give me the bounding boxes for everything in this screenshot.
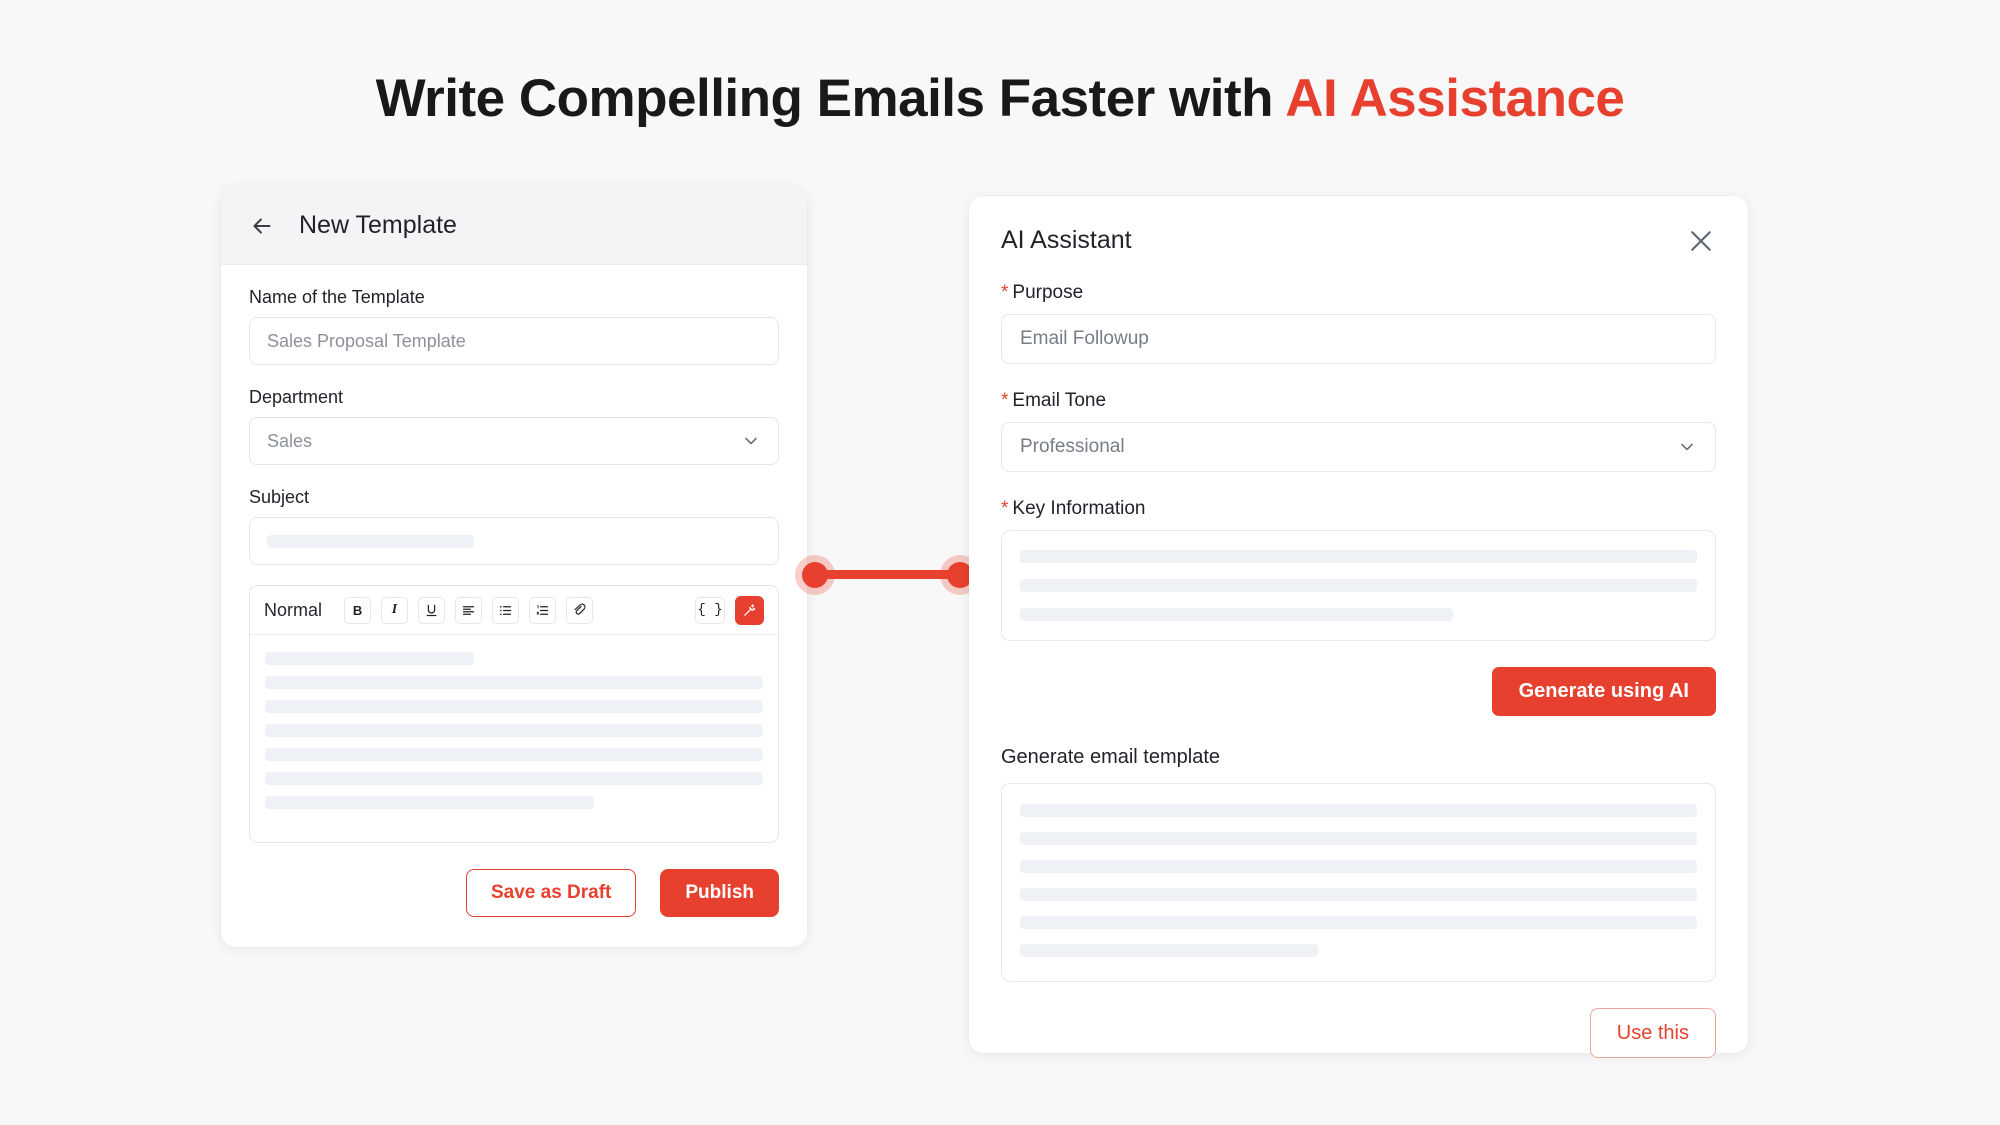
subject-label: Subject (249, 487, 310, 507)
ai-assistant-title: AI Assistant (1001, 226, 1132, 254)
output-skeleton-line (1020, 832, 1697, 845)
editor-content[interactable] (250, 635, 778, 842)
output-skeleton-line (1020, 916, 1697, 929)
key-information-skeleton-line (1020, 579, 1697, 592)
publish-button[interactable]: Publish (660, 869, 779, 917)
template-name-label: Name of the Template (249, 287, 425, 307)
purpose-label: * Purpose (1001, 282, 1716, 304)
department-value: Sales (267, 430, 313, 451)
required-marker: * (1001, 498, 1009, 519)
key-information-skeleton-line (1020, 608, 1454, 621)
new-template-card: New Template Name of the Template Sales … (221, 187, 807, 947)
numbered-list-icon[interactable] (529, 596, 557, 624)
headline-accent: AI Assistance (1285, 69, 1625, 128)
editor-skeleton-line (265, 796, 594, 809)
output-skeleton-line (1020, 804, 1697, 817)
italic-icon[interactable]: I (381, 596, 409, 624)
generated-template-output[interactable] (1001, 783, 1716, 982)
purpose-input[interactable]: Email Followup (1001, 314, 1716, 364)
editor-skeleton-line (265, 724, 763, 737)
new-template-actions: Save as Draft Publish (249, 869, 779, 917)
editor-skeleton-line (265, 700, 763, 713)
underline-icon[interactable] (418, 596, 446, 624)
chevron-down-icon (1681, 443, 1693, 451)
key-information-label: * Key Information (1001, 498, 1716, 520)
output-skeleton-line (1020, 944, 1318, 957)
required-marker: * (1001, 282, 1009, 303)
editor-skeleton-line (265, 748, 763, 761)
page-title: Write Compelling Emails Faster with AI A… (0, 68, 2000, 129)
page-root: Write Compelling Emails Faster with AI A… (0, 0, 2000, 1125)
panel-connector (795, 555, 980, 595)
required-marker: * (1001, 390, 1009, 411)
use-this-button[interactable]: Use this (1589, 1008, 1716, 1058)
output-skeleton-line (1020, 888, 1697, 901)
close-icon[interactable] (1686, 226, 1716, 256)
bullet-list-icon[interactable] (492, 596, 520, 624)
template-name-input[interactable]: Sales Proposal Template (249, 317, 779, 365)
key-information-textarea[interactable] (1001, 530, 1716, 641)
purpose-label-text: Purpose (1012, 282, 1084, 303)
align-left-icon[interactable] (455, 596, 483, 624)
subject-input[interactable] (249, 517, 779, 565)
use-this-row: Use this (1001, 1008, 1716, 1058)
output-skeleton-line (1020, 860, 1697, 873)
generate-row: Generate using AI (1001, 667, 1716, 716)
email-tone-label: * Email Tone (1001, 390, 1716, 412)
email-tone-label-text: Email Tone (1012, 390, 1107, 411)
generated-template-label: Generate email template (1001, 746, 1221, 768)
connector-dot-left (795, 555, 835, 595)
ai-assistant-body: AI Assistant * Purpose Email Followup * Em… (969, 196, 1748, 1058)
new-template-title: New Template (299, 211, 457, 239)
variable-button[interactable]: { } (695, 596, 725, 624)
link-icon[interactable] (566, 596, 594, 624)
editor-toolbar: Normal B I {} (250, 586, 778, 635)
email-tone-value: Professional (1020, 436, 1125, 457)
ai-assistant-card: AI Assistant * Purpose Email Followup * Em… (969, 196, 1748, 1058)
ai-assistant-header: AI Assistant (1001, 226, 1716, 256)
department-label: Department (249, 387, 344, 407)
email-tone-select[interactable]: Professional (1001, 422, 1716, 472)
headline-main: Write Compelling Emails Faster with (375, 69, 1286, 128)
magic-wand-icon[interactable] (735, 595, 764, 625)
editor-style-selector[interactable]: Normal (264, 600, 322, 621)
generate-using-ai-button[interactable]: Generate using AI (1491, 667, 1716, 716)
arrow-left-icon[interactable] (249, 213, 275, 239)
key-information-skeleton-line (1020, 550, 1697, 563)
purpose-value: Email Followup (1020, 328, 1149, 349)
new-template-body: Name of the Template Sales Proposal Temp… (221, 265, 807, 947)
bold-icon[interactable]: B (344, 596, 372, 624)
rich-text-editor: Normal B I {} (249, 585, 779, 843)
editor-skeleton-line (265, 676, 763, 689)
editor-skeleton-line (265, 652, 475, 665)
new-template-header: New Template (221, 187, 807, 265)
subject-skeleton-line (267, 534, 475, 548)
key-information-label-text: Key Information (1012, 498, 1146, 519)
department-select[interactable]: Sales (249, 417, 779, 465)
editor-skeleton-line (265, 772, 763, 785)
template-name-placeholder: Sales Proposal Template (267, 330, 466, 351)
save-as-draft-button[interactable]: Save as Draft (465, 869, 637, 917)
chevron-down-icon (745, 437, 757, 445)
